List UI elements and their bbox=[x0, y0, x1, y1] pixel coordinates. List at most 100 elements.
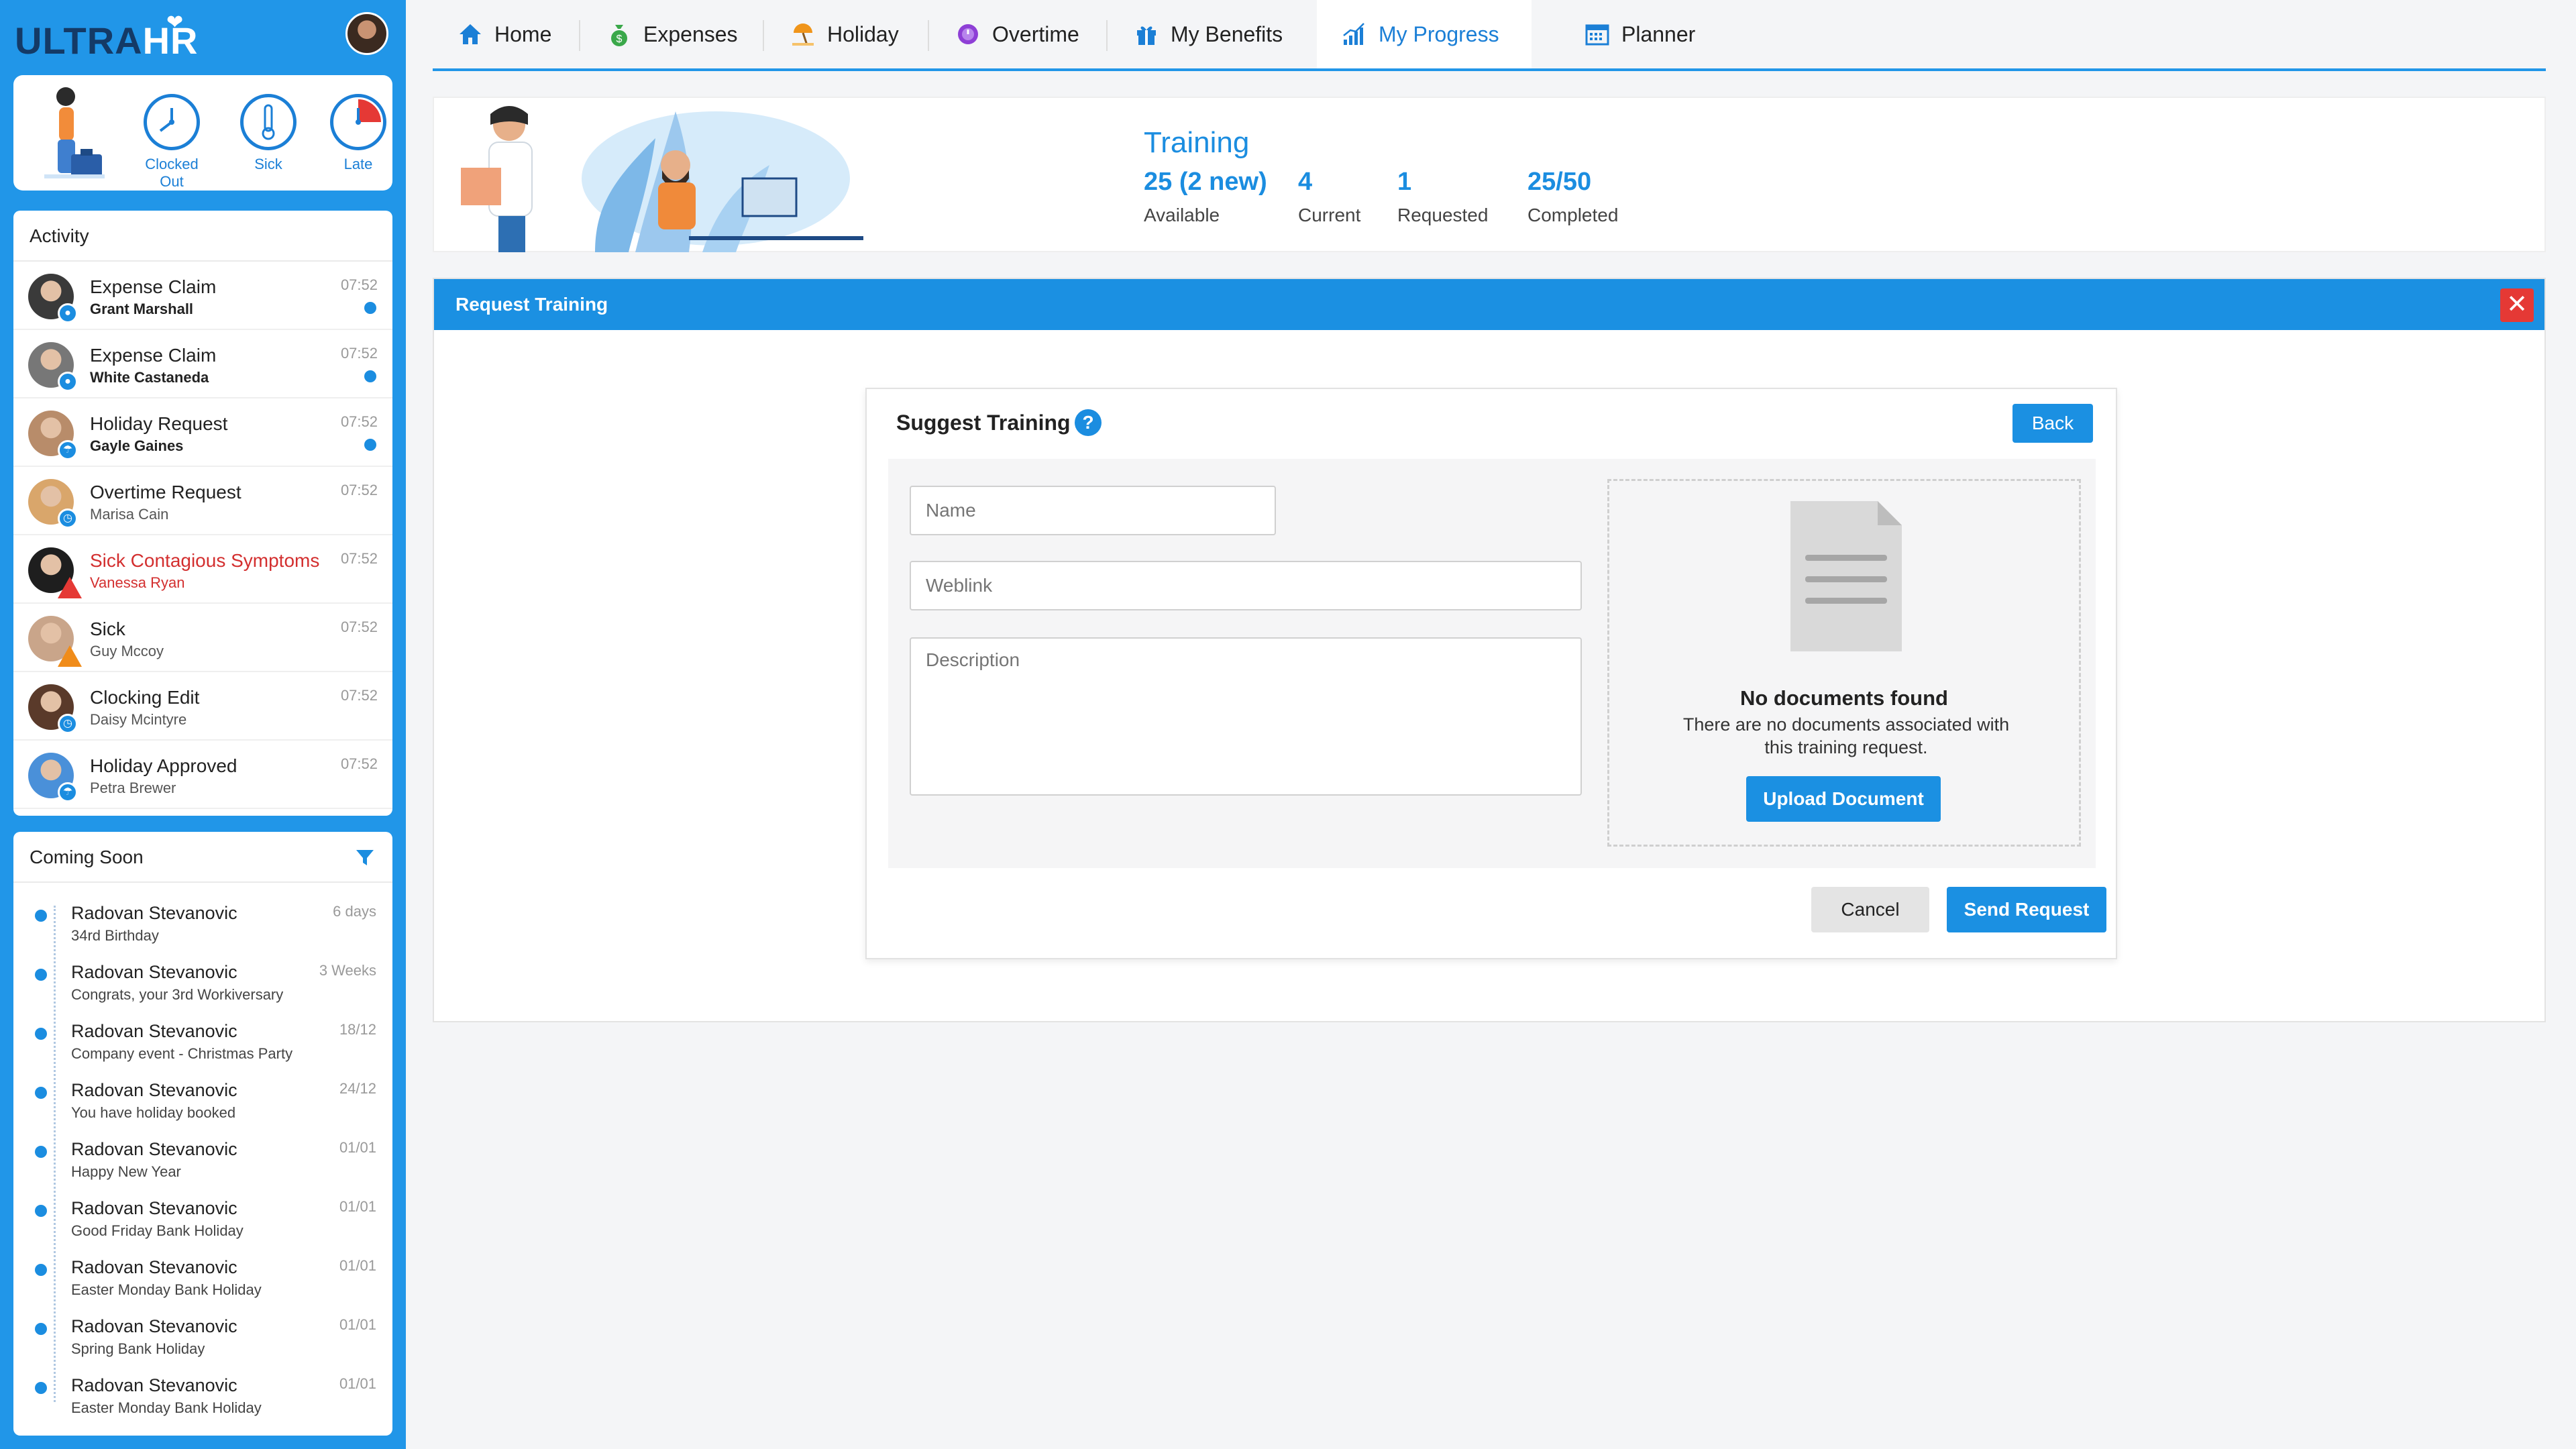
timeline-dot bbox=[35, 1205, 47, 1217]
activity-title: Activity bbox=[13, 211, 392, 262]
close-button[interactable]: ✕ bbox=[2500, 288, 2534, 322]
chart-icon bbox=[1343, 23, 1364, 45]
warning-icon bbox=[58, 645, 82, 667]
filter-icon[interactable] bbox=[355, 848, 375, 868]
activity-item-time: 07:52 bbox=[340, 482, 378, 498]
coming-soon-name: Radovan Stevanovic bbox=[71, 1139, 237, 1159]
tab-holiday[interactable]: Holiday bbox=[765, 0, 923, 68]
tab-separator bbox=[579, 20, 580, 51]
clocked-out-button[interactable]: Clocked Out bbox=[131, 94, 212, 191]
logo-heart-icon: ❤ bbox=[166, 11, 184, 34]
user-avatar[interactable] bbox=[345, 12, 388, 55]
coming-soon-name: Radovan Stevanovic bbox=[71, 1316, 237, 1336]
activity-item[interactable]: ● Expense Claim Grant Marshall 07:52 bbox=[13, 262, 392, 330]
coming-soon-item[interactable]: Radovan Stevanovic Company event - Christ… bbox=[13, 1013, 392, 1072]
sick-button[interactable]: Sick bbox=[228, 94, 309, 173]
unread-dot bbox=[364, 302, 376, 314]
no-documents-text: There are no documents associated with t… bbox=[1682, 714, 2010, 757]
suggest-training-card: Suggest Training ? Back No documents fou… bbox=[865, 388, 2117, 959]
coming-soon-name: Radovan Stevanovic bbox=[71, 1198, 237, 1218]
activity-item-title: Expense Claim bbox=[90, 276, 217, 297]
coming-soon-item[interactable]: Radovan Stevanovic Easter Monday Bank Hol… bbox=[13, 1367, 392, 1426]
request-training-header: Request Training ✕ bbox=[434, 279, 2544, 330]
cancel-button[interactable]: Cancel bbox=[1811, 887, 1929, 932]
beach-icon bbox=[792, 23, 814, 46]
timeline-dot bbox=[35, 1028, 47, 1040]
training-title: Training bbox=[1144, 126, 1250, 159]
send-request-button[interactable]: Send Request bbox=[1947, 887, 2106, 932]
clock-icon bbox=[159, 108, 174, 132]
gift-icon bbox=[1137, 26, 1156, 45]
tab-my-progress[interactable]: My Progress bbox=[1317, 0, 1532, 68]
coming-soon-when: 3 Weeks bbox=[319, 962, 376, 979]
suggest-training-title: Suggest Training bbox=[896, 411, 1071, 435]
coming-soon-detail: Easter Monday Bank Holiday bbox=[71, 1281, 262, 1298]
timeline-dot bbox=[35, 1087, 47, 1099]
tab-home[interactable]: Home bbox=[433, 0, 576, 68]
no-documents-title: No documents found bbox=[1740, 686, 1948, 710]
timeline-dot bbox=[35, 1382, 47, 1394]
upload-document-button[interactable]: Upload Document bbox=[1746, 776, 1941, 822]
coming-soon-item[interactable]: Radovan Stevanovic 34rd Birthday 6 days bbox=[13, 895, 392, 954]
back-button[interactable]: Back bbox=[2012, 404, 2093, 443]
description-input[interactable] bbox=[910, 637, 1582, 796]
activity-item[interactable]: Sick Contagious Symptoms Vanessa Ryan 07:5… bbox=[13, 535, 392, 604]
late-button[interactable]: Late bbox=[318, 94, 392, 173]
coming-soon-when: 24/12 bbox=[339, 1080, 376, 1097]
coming-soon-when: 01/01 bbox=[339, 1139, 376, 1156]
coming-soon-when: 01/01 bbox=[339, 1198, 376, 1215]
activity-item[interactable]: ☂ Holiday Request Gayle Gaines 07:52 bbox=[13, 398, 392, 467]
coming-soon-item[interactable]: Radovan Stevanovic Happy New Year 01/01 bbox=[13, 1131, 392, 1190]
coming-soon-item[interactable]: Radovan Stevanovic Good Friday Bank Holid… bbox=[13, 1190, 392, 1249]
overtime-clock-icon bbox=[958, 24, 978, 44]
activity-item-time: 07:52 bbox=[340, 755, 378, 772]
activity-item-title: Holiday Approved bbox=[90, 755, 237, 776]
unread-dot bbox=[364, 439, 376, 451]
stat-current[interactable]: 4 Current bbox=[1298, 168, 1360, 226]
holiday-icon: ☂ bbox=[58, 440, 78, 460]
tab-my-benefits[interactable]: My Benefits bbox=[1109, 0, 1307, 68]
activity-item-time: 07:52 bbox=[340, 687, 378, 704]
name-input[interactable] bbox=[910, 486, 1276, 535]
timeline-dot bbox=[35, 969, 47, 981]
coming-soon-item[interactable]: Radovan Stevanovic Easter Monday Bank Hol… bbox=[13, 1249, 392, 1308]
calendar-icon bbox=[1585, 24, 1609, 46]
unread-dot bbox=[364, 370, 376, 382]
activity-item-person: Gayle Gaines bbox=[90, 437, 184, 454]
activity-item-time: 07:52 bbox=[340, 345, 378, 362]
timeline-dot bbox=[35, 1323, 47, 1335]
coming-soon-name: Radovan Stevanovic bbox=[71, 962, 237, 982]
tab-planner[interactable]: Planner bbox=[1560, 0, 1719, 68]
coming-soon-detail: Happy New Year bbox=[71, 1163, 181, 1180]
stat-available[interactable]: 25 (2 new) Available bbox=[1144, 168, 1267, 226]
activity-item[interactable]: ◷ Clocking Edit Daisy Mcintyre 07:52 bbox=[13, 672, 392, 741]
coming-soon-when: 01/01 bbox=[339, 1257, 376, 1274]
activity-item[interactable]: Sick Guy Mccoy 07:52 bbox=[13, 604, 392, 672]
tab-separator bbox=[1106, 20, 1108, 51]
coming-soon-item[interactable]: Radovan Stevanovic Congrats, your 3rd Wor… bbox=[13, 954, 392, 1013]
help-icon[interactable]: ? bbox=[1075, 409, 1102, 436]
training-summary: Training 25 (2 new) Available 4 Current … bbox=[433, 97, 2546, 252]
activity-item-title: Overtime Request bbox=[90, 482, 241, 502]
holiday-icon: ☂ bbox=[58, 782, 78, 802]
stat-requested[interactable]: 1 Requested bbox=[1397, 168, 1488, 226]
activity-item-time: 07:52 bbox=[340, 619, 378, 635]
activity-item[interactable]: ● Expense Claim White Castaneda 07:52 bbox=[13, 330, 392, 398]
coming-soon-detail: 34rd Birthday bbox=[71, 927, 159, 944]
coming-soon-item[interactable]: Radovan Stevanovic You have holiday booke… bbox=[13, 1072, 392, 1131]
activity-item[interactable]: ☂ Holiday Approved Petra Brewer 07:52 bbox=[13, 741, 392, 809]
activity-item-person: Grant Marshall bbox=[90, 301, 194, 317]
tab-overtime[interactable]: Overtime bbox=[930, 0, 1104, 68]
clock-icon: ◷ bbox=[58, 714, 78, 734]
coming-soon-name: Radovan Stevanovic bbox=[71, 1080, 237, 1100]
coming-soon-name: Radovan Stevanovic bbox=[71, 1257, 237, 1277]
activity-item-person: Marisa Cain bbox=[90, 506, 169, 523]
svg-text:$: $ bbox=[616, 34, 623, 45]
tab-expenses[interactable]: $ Expenses bbox=[582, 0, 762, 68]
stat-completed[interactable]: 25/50 Completed bbox=[1527, 168, 1618, 226]
document-drop-zone[interactable]: No documents found There are no document… bbox=[1607, 479, 2081, 847]
home-icon bbox=[460, 24, 481, 44]
activity-item[interactable]: ◷ Overtime Request Marisa Cain 07:52 bbox=[13, 467, 392, 535]
weblink-input[interactable] bbox=[910, 561, 1582, 610]
coming-soon-item[interactable]: Radovan Stevanovic Spring Bank Holiday 01/… bbox=[13, 1308, 392, 1367]
